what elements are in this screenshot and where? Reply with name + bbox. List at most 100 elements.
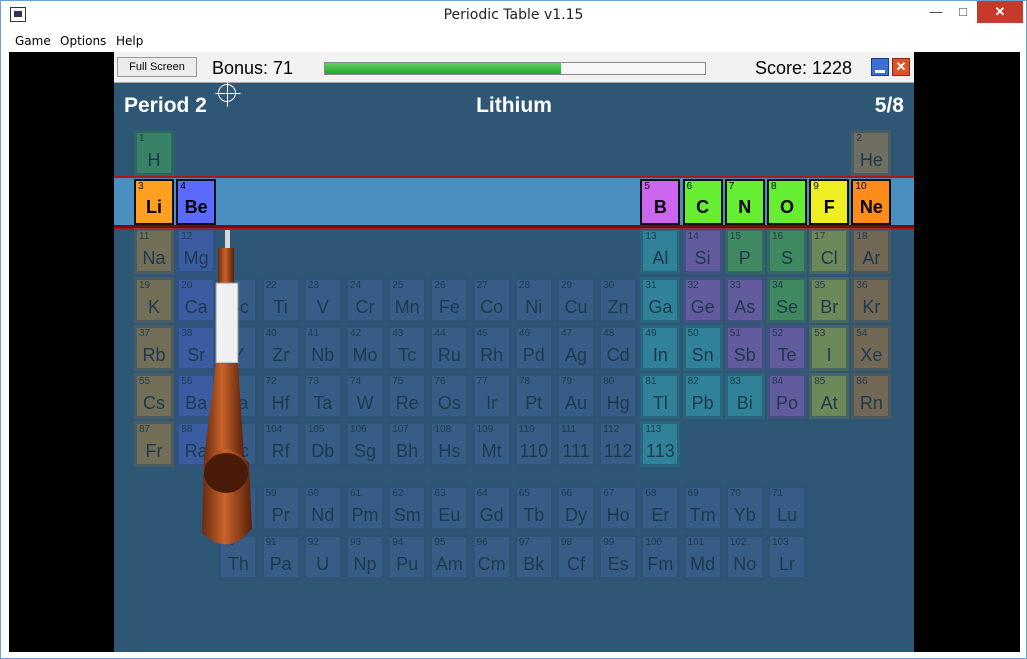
element-cell-sb[interactable]: 51 Sb <box>724 325 765 371</box>
element-cell-rb[interactable]: 37 Rb <box>134 325 174 371</box>
element-cell-si[interactable]: 14 Si <box>682 228 723 274</box>
element-cell-ru[interactable]: 44 Ru <box>429 325 470 371</box>
element-cell-gd[interactable]: 64 Gd <box>471 485 512 531</box>
element-cell-bk[interactable]: 97 Bk <box>513 534 554 580</box>
minimize-button[interactable]: — <box>923 1 949 23</box>
element-cell-w[interactable]: 74 W <box>345 373 385 419</box>
element-cell-c[interactable]: 6C <box>682 179 723 225</box>
maximize-button[interactable]: □ <box>950 1 976 23</box>
element-cell-cf[interactable]: 98 Cf <box>556 534 596 580</box>
element-cell-np[interactable]: 93 Np <box>345 534 385 580</box>
element-cell-n[interactable]: 7N <box>724 179 765 225</box>
element-cell-re[interactable]: 75 Re <box>387 373 428 419</box>
element-cell-mo[interactable]: 42 Mo <box>345 325 385 371</box>
game-canvas[interactable]: Full Screen Bonus: 71 Score: 1228 ✕ Peri… <box>114 52 914 652</box>
element-cell-mn[interactable]: 25 Mn <box>387 277 428 323</box>
element-cell-ag[interactable]: 47 Ag <box>556 325 596 371</box>
element-cell-mt[interactable]: 109 Mt <box>471 421 512 467</box>
element-cell-bh[interactable]: 107 Bh <box>387 421 428 467</box>
element-cell-as[interactable]: 33 As <box>724 277 765 323</box>
element-cell-i[interactable]: 53 I <box>809 325 850 371</box>
element-cell-at[interactable]: 85 At <box>809 373 850 419</box>
element-cell-111[interactable]: 111 111 <box>556 421 596 467</box>
element-cell-zr[interactable]: 40 Zr <box>260 325 301 371</box>
element-cell-pt[interactable]: 78 Pt <box>513 373 554 419</box>
element-cell-hg[interactable]: 80 Hg <box>598 373 639 419</box>
element-cell-u[interactable]: 92 U <box>302 534 343 580</box>
element-cell-lu[interactable]: 71 Lu <box>767 485 807 531</box>
menu-help[interactable]: Help <box>116 34 143 48</box>
element-cell-tm[interactable]: 69 Tm <box>682 485 723 531</box>
element-cell-hs[interactable]: 108 Hs <box>429 421 470 467</box>
element-cell-ir[interactable]: 77 Ir <box>471 373 512 419</box>
element-cell-b[interactable]: 5B <box>640 179 681 225</box>
element-cell-ho[interactable]: 67 Ho <box>598 485 639 531</box>
element-cell-sg[interactable]: 106 Sg <box>345 421 385 467</box>
element-cell-nd[interactable]: 60 Nd <box>302 485 343 531</box>
element-cell-in[interactable]: 49 In <box>640 325 681 371</box>
element-cell-fm[interactable]: 100 Fm <box>640 534 681 580</box>
element-cell-li[interactable]: 3 Li <box>134 179 174 225</box>
element-cell-pb[interactable]: 82 Pb <box>682 373 723 419</box>
element-cell-he[interactable]: 2 He <box>851 130 892 176</box>
element-cell-112[interactable]: 112 112 <box>598 421 639 467</box>
element-cell-hf[interactable]: 72 Hf <box>260 373 301 419</box>
element-cell-tl[interactable]: 81 Tl <box>640 373 681 419</box>
element-cell-po[interactable]: 84 Po <box>767 373 807 419</box>
element-cell-pd[interactable]: 46 Pd <box>513 325 554 371</box>
element-cell-nb[interactable]: 41 Nb <box>302 325 343 371</box>
element-cell-sm[interactable]: 62 Sm <box>387 485 428 531</box>
close-button[interactable]: ✕ <box>977 1 1023 23</box>
element-cell-f[interactable]: 9F <box>809 179 850 225</box>
game-minimize-icon[interactable] <box>871 58 889 76</box>
element-cell-rf[interactable]: 104 Rf <box>260 421 301 467</box>
element-cell-ti[interactable]: 22 Ti <box>260 277 301 323</box>
element-cell-bi[interactable]: 83 Bi <box>724 373 765 419</box>
element-cell-cr[interactable]: 24 Cr <box>345 277 385 323</box>
element-cell-ge[interactable]: 32 Ge <box>682 277 723 323</box>
element-cell-eu[interactable]: 63 Eu <box>429 485 470 531</box>
full-screen-button[interactable]: Full Screen <box>117 57 197 77</box>
menu-game[interactable]: Game <box>15 34 51 48</box>
element-cell-be[interactable]: 4 Be <box>176 179 217 225</box>
element-cell-110[interactable]: 110 110 <box>513 421 554 467</box>
element-cell-p[interactable]: 15 P <box>724 228 765 274</box>
element-cell-sn[interactable]: 50 Sn <box>682 325 723 371</box>
element-cell-k[interactable]: 19 K <box>134 277 174 323</box>
element-cell-am[interactable]: 95 Am <box>429 534 470 580</box>
element-cell-se[interactable]: 34 Se <box>767 277 807 323</box>
element-cell-lr[interactable]: 103 Lr <box>767 534 807 580</box>
element-cell-au[interactable]: 79 Au <box>556 373 596 419</box>
element-cell-ta[interactable]: 73 Ta <box>302 373 343 419</box>
element-cell-yb[interactable]: 70 Yb <box>724 485 765 531</box>
game-close-icon[interactable]: ✕ <box>892 58 910 76</box>
element-cell-pa[interactable]: 91 Pa <box>260 534 301 580</box>
element-cell-pm[interactable]: 61 Pm <box>345 485 385 531</box>
element-cell-h[interactable]: 1H <box>134 130 174 176</box>
element-cell-es[interactable]: 99 Es <box>598 534 639 580</box>
element-cell-o[interactable]: 8O <box>767 179 807 225</box>
element-cell-ne[interactable]: 10 Ne <box>851 179 892 225</box>
element-cell-md[interactable]: 101 Md <box>682 534 723 580</box>
element-cell-dy[interactable]: 66 Dy <box>556 485 596 531</box>
element-cell-v[interactable]: 23 V <box>302 277 343 323</box>
element-cell-na[interactable]: 11 Na <box>134 228 174 274</box>
menu-options[interactable]: Options <box>60 34 106 48</box>
element-cell-al[interactable]: 13 Al <box>640 228 681 274</box>
element-cell-cu[interactable]: 29 Cu <box>556 277 596 323</box>
element-cell-rh[interactable]: 45 Rh <box>471 325 512 371</box>
element-cell-ar[interactable]: 18 Ar <box>851 228 892 274</box>
element-cell-cd[interactable]: 48 Cd <box>598 325 639 371</box>
element-cell-er[interactable]: 68 Er <box>640 485 681 531</box>
element-cell-fr[interactable]: 87 Fr <box>134 421 174 467</box>
element-cell-co[interactable]: 27 Co <box>471 277 512 323</box>
element-cell-rn[interactable]: 86 Rn <box>851 373 892 419</box>
element-cell-ga[interactable]: 31 Ga <box>640 277 681 323</box>
element-cell-s[interactable]: 16 S <box>767 228 807 274</box>
element-cell-cl[interactable]: 17 Cl <box>809 228 850 274</box>
element-cell-os[interactable]: 76 Os <box>429 373 470 419</box>
title-bar[interactable]: Periodic Table v1.15 — □ ✕ <box>1 1 1026 31</box>
element-cell-pu[interactable]: 94 Pu <box>387 534 428 580</box>
element-cell-kr[interactable]: 36 Kr <box>851 277 892 323</box>
element-cell-tc[interactable]: 43 Tc <box>387 325 428 371</box>
